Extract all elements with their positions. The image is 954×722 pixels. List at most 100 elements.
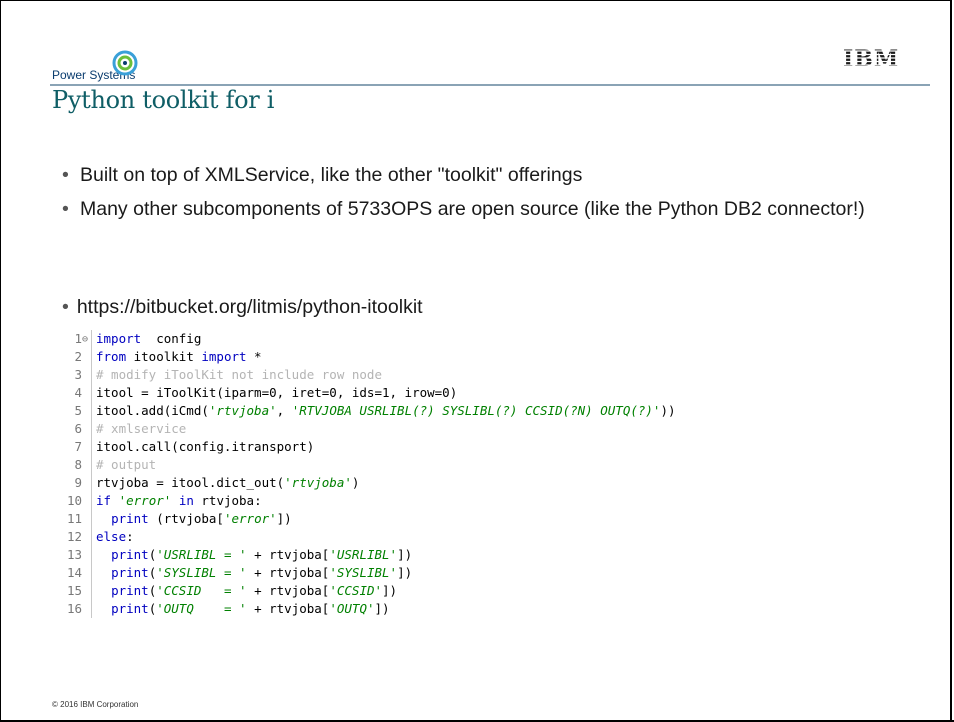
code-token: print: [111, 601, 149, 616]
bullet-list: • Built on top of XMLService, like the ot…: [62, 162, 932, 230]
code-token: + rtvjoba[: [246, 547, 330, 562]
code-token: 'rtvjoba': [284, 475, 352, 490]
code-line: 3 # modify iToolKit not include row node: [62, 366, 932, 384]
code-token: 'USRLIBL = ': [156, 547, 247, 562]
code-token: print: [111, 583, 149, 598]
code-line: 5 itool.add(iCmd('rtvjoba', 'RTVJOBA USRL…: [62, 402, 932, 420]
gutter-line: [91, 600, 92, 618]
line-number: 12: [66, 529, 82, 544]
gutter-line: [91, 438, 92, 456]
code-line: 4 itool = iToolKit(iparm=0, iret=0, ids=1…: [62, 384, 932, 402]
code-text: from itoolkit import *: [96, 348, 262, 366]
code-token: ]): [276, 511, 292, 526]
bullet-item: • Built on top of XMLService, like the ot…: [62, 162, 932, 188]
code-block: 1 ⊖ import config 2 from itoolkit import * 3 #…: [62, 330, 932, 618]
code-line: 10 if 'error' in rtvjoba:: [62, 492, 932, 510]
code-text: print('USRLIBL = ' + rtvjoba['USRLIBL']): [96, 546, 412, 564]
gutter-line: [91, 582, 92, 600]
code-token: itool.add(iCmd(: [96, 403, 209, 418]
line-number: 13: [66, 547, 82, 562]
code-text: import config: [96, 330, 201, 348]
code-token: (rtvjoba[: [148, 511, 224, 526]
bullet-item-link: • https://bitbucket.org/litmis/python-ito…: [62, 296, 423, 319]
gutter-line: [91, 348, 92, 366]
code-line: 1 ⊖ import config: [62, 330, 932, 348]
copyright-footer: © 2016 IBM Corporation: [52, 700, 139, 709]
code-line: 16 print('OUTQ = ' + rtvjoba['OUTQ']): [62, 600, 932, 618]
code-token: ,: [276, 403, 292, 418]
gutter-line: [91, 492, 92, 510]
repo-url[interactable]: https://bitbucket.org/litmis/python-itoo…: [77, 296, 423, 318]
line-number: 15: [66, 583, 82, 598]
code-text: print('CCSID = ' + rtvjoba['CCSID']): [96, 582, 397, 600]
code-line: 9 rtvjoba = itool.dict_out('rtvjoba'): [62, 474, 932, 492]
bullet-dot: •: [62, 296, 69, 318]
code-token: 'rtvjoba': [208, 403, 277, 418]
bullet-text: Built on top of XMLService, like the oth…: [80, 164, 583, 186]
line-number: 2: [74, 349, 82, 364]
line-number: 5: [74, 403, 82, 418]
bullet-item: • Many other subcomponents of 5733OPS are…: [62, 196, 932, 222]
code-token: ]): [397, 547, 413, 562]
line-number: 1: [74, 331, 82, 346]
code-line: 6 # xmlservice: [62, 420, 932, 438]
code-token: print: [111, 547, 149, 562]
bullet-text: Many other subcomponents of 5733OPS are …: [80, 198, 865, 220]
code-text: if 'error' in rtvjoba:: [96, 492, 262, 510]
line-number: 14: [66, 565, 82, 580]
code-token: *: [246, 349, 262, 364]
code-line: 12 else:: [62, 528, 932, 546]
code-token: 'OUTQ = ': [156, 601, 247, 616]
bullet-dot: •: [62, 198, 69, 220]
gutter-line: [91, 456, 92, 474]
code-line: 2 from itoolkit import *: [62, 348, 932, 366]
line-number: 11: [66, 511, 82, 526]
gutter-line: [91, 474, 92, 492]
gutter-line: [91, 546, 92, 564]
gutter-line: [91, 564, 92, 582]
gutter-line: [91, 510, 92, 528]
code-token: # xmlservice: [96, 421, 187, 436]
line-number: 10: [66, 493, 82, 508]
code-text: # xmlservice: [96, 420, 186, 438]
code-line: 15 print('CCSID = ' + rtvjoba['CCSID']): [62, 582, 932, 600]
code-text: itool.add(iCmd('rtvjoba', 'RTVJOBA USRLI…: [96, 402, 676, 420]
line-number: 16: [66, 601, 82, 616]
code-token: rtvjoba = itool.dict_out(: [96, 475, 285, 490]
code-token: 'SYSLIBL = ': [156, 565, 247, 580]
code-token: ): [351, 475, 360, 490]
code-token: :: [126, 529, 134, 544]
code-text: itool = iToolKit(iparm=0, iret=0, ids=1,…: [96, 384, 457, 402]
code-token: itool = iToolKit(iparm=0, iret=0, ids=1,…: [96, 385, 458, 400]
bullet-dot: •: [62, 164, 69, 186]
code-line: 8 # output: [62, 456, 932, 474]
ibm-logo: IBM: [843, 46, 907, 70]
code-text: # output: [96, 456, 156, 474]
code-token: 'RTVJOBA USRLIBL(?) SYSLIBL(?) CCSID(?N)…: [291, 403, 661, 418]
code-token: + rtvjoba[: [246, 565, 330, 580]
code-token: 'CCSID = ': [156, 583, 247, 598]
code-line: 7 itool.call(config.itransport): [62, 438, 932, 456]
code-token: in: [178, 493, 194, 508]
line-number: 9: [74, 475, 82, 490]
line-number: 3: [74, 367, 82, 382]
code-token: if: [96, 493, 112, 508]
gutter-line: [91, 330, 92, 348]
power-systems-logo-icon: [112, 50, 138, 76]
gutter-line: [91, 384, 92, 402]
line-number: 7: [74, 439, 82, 454]
code-token: print: [111, 565, 149, 580]
page-title: Python toolkit for i: [52, 86, 275, 114]
code-token: rtvjoba:: [193, 493, 262, 508]
gutter-line: [91, 420, 92, 438]
code-token: print: [111, 511, 149, 526]
code-line: 14 print('SYSLIBL = ' + rtvjoba['SYSLIBL…: [62, 564, 932, 582]
code-token: + rtvjoba[: [246, 583, 330, 598]
code-token: from: [96, 349, 127, 364]
gutter-line: [91, 402, 92, 420]
code-token: 'USRLIBL': [329, 547, 398, 562]
